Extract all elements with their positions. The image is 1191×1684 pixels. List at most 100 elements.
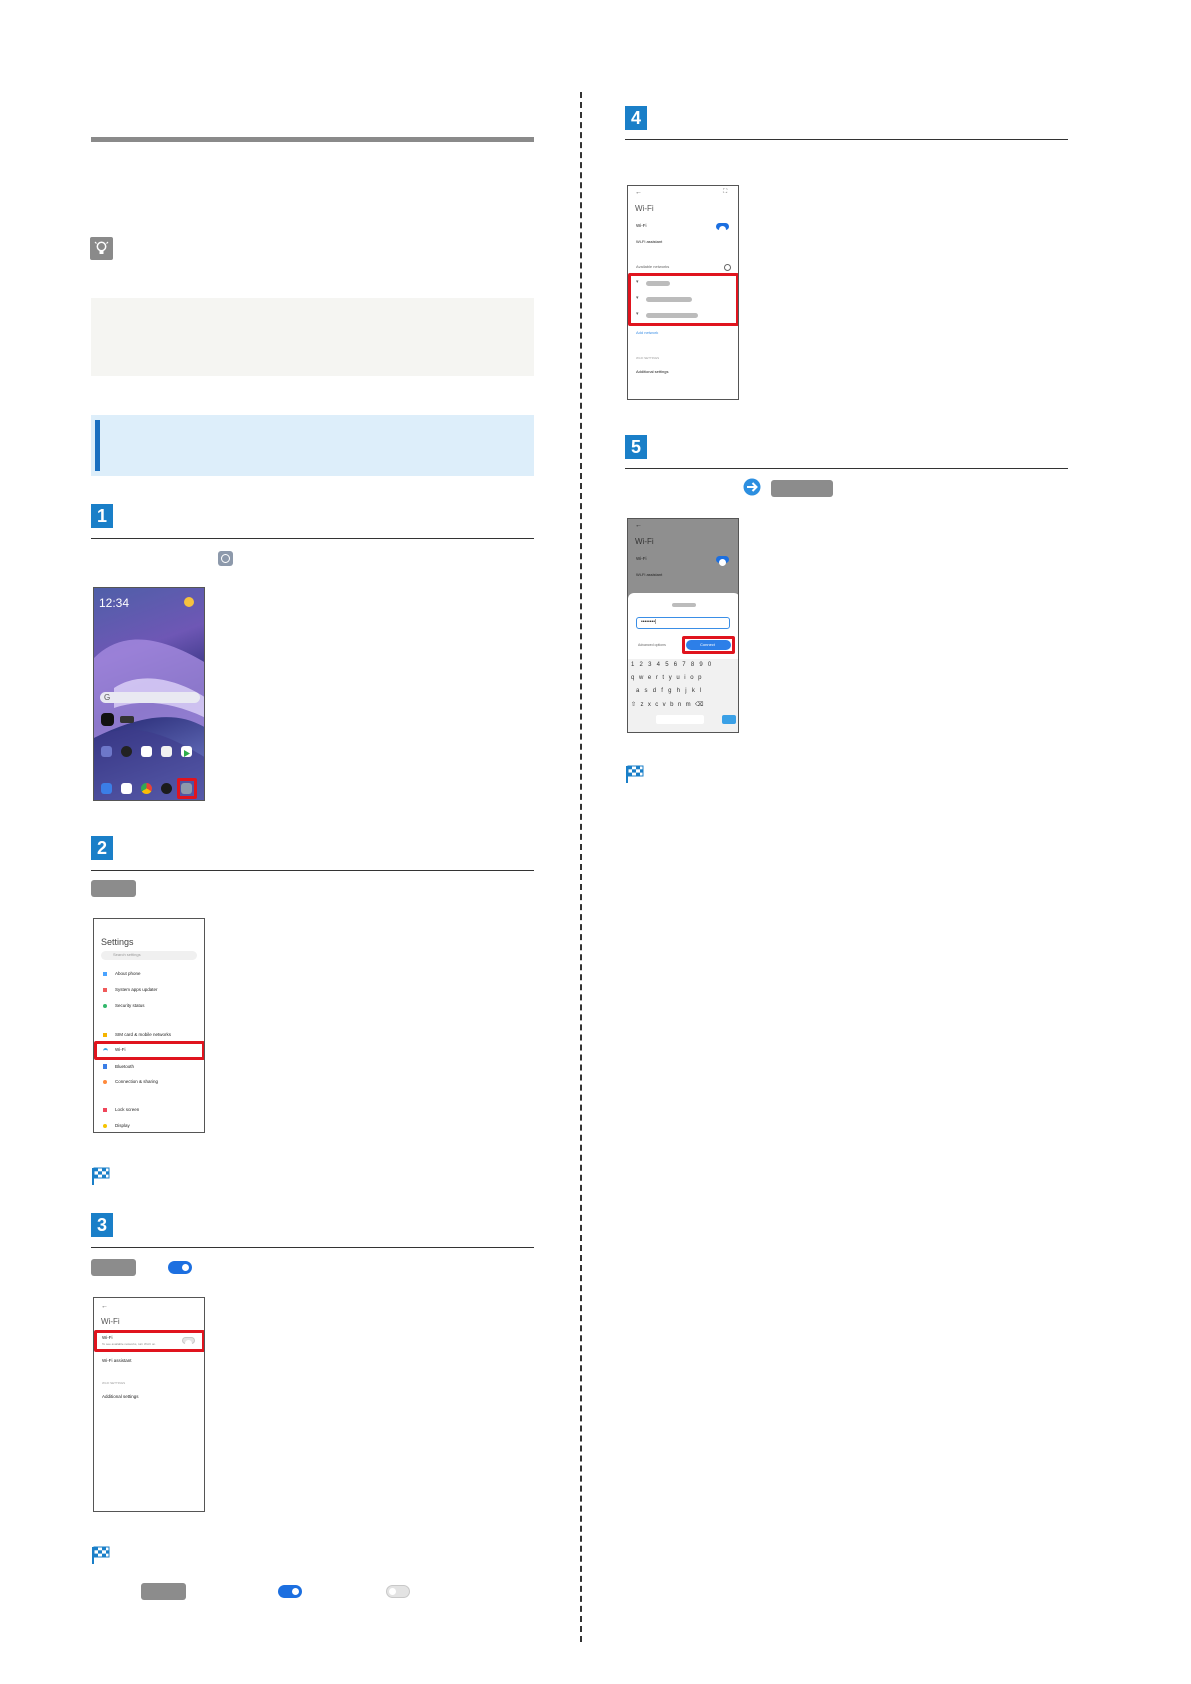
settings-item-lock-screen[interactable]: Lock screen bbox=[115, 1107, 139, 1112]
title-rule bbox=[91, 137, 534, 142]
play-store-icon[interactable] bbox=[181, 746, 192, 757]
tip-lightbulb-icon bbox=[90, 237, 113, 260]
updater-icon bbox=[103, 988, 107, 992]
step-number-3: 3 bbox=[91, 1213, 113, 1237]
wifi-settings-section: WI-FI SETTINGS bbox=[102, 1381, 126, 1385]
wifi-assistant-item[interactable]: Wi-Fi assistant bbox=[636, 572, 662, 577]
network-name bbox=[672, 603, 696, 607]
widget-icon[interactable] bbox=[120, 716, 134, 723]
additional-settings-item[interactable]: Additional settings bbox=[102, 1394, 139, 1399]
wifi-networks-screenshot: ← ⛶ Wi-Fi Wi-Fi Wi-Fi assistant Availabl… bbox=[627, 185, 739, 400]
keyboard-row-qwerty[interactable]: qwertyuiop bbox=[631, 675, 706, 681]
password-value: ••••••••| bbox=[641, 619, 657, 625]
scan-icon[interactable]: ⛶ bbox=[723, 189, 727, 196]
connect-screenshot: ← Wi-Fi Wi-Fi Wi-Fi assistant ••••••••| … bbox=[627, 518, 739, 733]
note-box bbox=[91, 298, 534, 376]
wifi-off-screenshot: ← Wi-Fi Wi-Fi To see available networks,… bbox=[93, 1297, 205, 1512]
settings-item-sim-card[interactable]: SIM card & mobile networks bbox=[115, 1032, 171, 1037]
about-phone-icon bbox=[103, 972, 107, 976]
phone-app-icon[interactable] bbox=[101, 783, 112, 794]
wifi-assistant-item[interactable]: Wi-Fi assistant bbox=[102, 1358, 132, 1363]
step-number-2: 2 bbox=[91, 836, 113, 860]
settings-item-bluetooth[interactable]: Bluetooth bbox=[115, 1064, 134, 1069]
enter-key[interactable] bbox=[722, 715, 736, 724]
keyboard[interactable]: 1234567890 qwertyuiop asdfghjkl ⇧zxcvbnm… bbox=[628, 659, 738, 732]
refresh-icon[interactable] bbox=[724, 264, 731, 271]
space-key[interactable] bbox=[656, 715, 704, 724]
checkered-flag-icon bbox=[92, 1167, 110, 1185]
camera-dock-icon[interactable] bbox=[161, 783, 172, 794]
wifi-settings-section: WI-FI SETTINGS bbox=[636, 356, 660, 360]
wifi-assistant-item[interactable]: Wi-Fi assistant bbox=[636, 239, 662, 244]
wifi-title: Wi-Fi bbox=[635, 204, 654, 213]
settings-highlight bbox=[177, 778, 197, 799]
settings-title: Settings bbox=[101, 937, 134, 947]
checkered-flag-icon bbox=[626, 765, 644, 783]
toggle-on-icon bbox=[278, 1585, 302, 1598]
step-5-rule bbox=[625, 468, 1068, 469]
arrow-right-icon bbox=[743, 478, 761, 496]
toggle-off-icon bbox=[386, 1585, 410, 1598]
password-dialog: ••••••••| Advanced options Connect 12345… bbox=[628, 593, 738, 732]
settings-item-about-phone[interactable]: About phone bbox=[115, 971, 141, 976]
wifi-switch-highlight bbox=[94, 1330, 204, 1352]
keyboard-row-asdf[interactable]: asdfghjkl bbox=[636, 688, 707, 694]
section-heading-accent bbox=[95, 420, 100, 471]
wifi-toggle-label: Wi-Fi bbox=[636, 223, 647, 228]
wifi-row-highlight bbox=[94, 1041, 204, 1060]
settings-item-display[interactable]: Display bbox=[115, 1123, 130, 1128]
settings-item-connection-sharing[interactable]: Connection & sharing bbox=[115, 1079, 158, 1084]
settings-item-security-status[interactable]: Security status bbox=[115, 1003, 145, 1008]
step-number-5: 5 bbox=[625, 435, 647, 459]
settings-screenshot: Settings Search settings About phone Sys… bbox=[93, 918, 205, 1133]
wifi-key-label-3 bbox=[141, 1583, 186, 1600]
camera-app-icon[interactable] bbox=[101, 713, 114, 726]
step-3-rule bbox=[91, 1247, 534, 1248]
display-icon bbox=[103, 1124, 107, 1128]
settings-app-icon bbox=[218, 551, 233, 566]
settings-item-system-apps-updater[interactable]: System apps updater bbox=[115, 987, 158, 992]
messages-app-icon[interactable] bbox=[121, 783, 132, 794]
tools-folder-icon[interactable] bbox=[101, 746, 112, 757]
step-number-4: 4 bbox=[625, 106, 647, 130]
settings-search-bar[interactable]: Search settings bbox=[101, 951, 197, 960]
chrome-app-icon[interactable] bbox=[141, 783, 152, 794]
google-search-bar[interactable]: G bbox=[100, 692, 200, 703]
wifi-toggle-on-icon bbox=[168, 1261, 192, 1274]
back-arrow-icon[interactable]: ← bbox=[635, 189, 642, 196]
step-number-1: 1 bbox=[91, 504, 113, 528]
lock-icon bbox=[103, 1108, 107, 1112]
back-arrow-icon[interactable]: ← bbox=[635, 522, 642, 529]
back-arrow-icon[interactable]: ← bbox=[101, 1303, 108, 1310]
password-field[interactable]: ••••••••| bbox=[636, 617, 730, 629]
home-screen-screenshot: 12:34 G bbox=[93, 587, 205, 801]
step-1-rule bbox=[91, 538, 534, 539]
clock-app-icon[interactable] bbox=[121, 746, 132, 757]
wifi-title: Wi-Fi bbox=[101, 1317, 120, 1326]
keyboard-row-zxcv[interactable]: ⇧zxcvbnm⌫ bbox=[631, 701, 708, 708]
photos-app-icon[interactable] bbox=[141, 746, 152, 757]
step-2-rule bbox=[91, 870, 534, 871]
advanced-options-button[interactable]: Advanced options bbox=[638, 643, 666, 647]
bluetooth-icon bbox=[103, 1064, 107, 1069]
section-heading-band bbox=[91, 415, 534, 476]
keyboard-row-numbers[interactable]: 1234567890 bbox=[631, 662, 716, 668]
checkered-flag-icon bbox=[92, 1546, 110, 1564]
wifi-key-label bbox=[91, 880, 136, 897]
wifi-toggle-label: Wi-Fi bbox=[636, 556, 647, 561]
connect-key-label bbox=[771, 480, 833, 497]
settings-search-placeholder: Search settings bbox=[113, 952, 141, 957]
google-folder-icon[interactable] bbox=[161, 746, 172, 757]
networks-highlight bbox=[628, 273, 738, 326]
column-divider bbox=[580, 92, 582, 1642]
wifi-switch-on[interactable] bbox=[716, 556, 729, 566]
wifi-key-label-2 bbox=[91, 1259, 136, 1276]
wifi-switch-on[interactable] bbox=[716, 223, 729, 233]
connect-highlight bbox=[682, 636, 735, 654]
add-network-link[interactable]: Add network bbox=[636, 330, 658, 335]
connection-icon bbox=[103, 1080, 107, 1084]
additional-settings-item[interactable]: Additional settings bbox=[636, 369, 668, 374]
step-4-rule bbox=[625, 139, 1068, 140]
sim-card-icon bbox=[103, 1033, 107, 1037]
available-networks-label: Available networks bbox=[636, 264, 670, 269]
